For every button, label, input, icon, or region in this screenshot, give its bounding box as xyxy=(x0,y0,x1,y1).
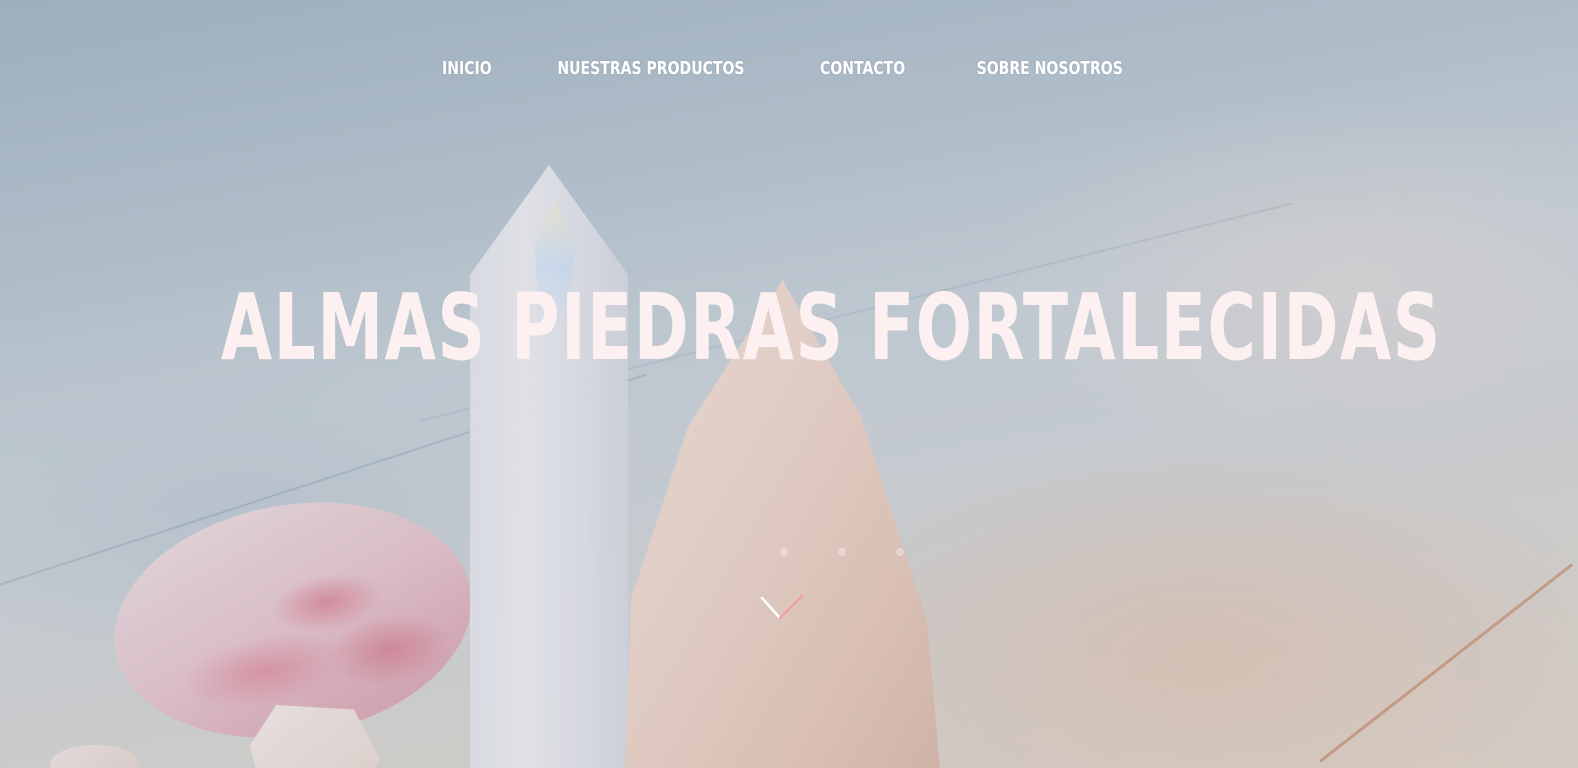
scroll-down-button[interactable] xyxy=(758,592,808,626)
nav-item-nuestras-productos[interactable]: NUESTRAS PRODUCTOS xyxy=(557,56,744,81)
page: INICIO NUESTRAS PRODUCTOS CONTACTO SOBRE… xyxy=(0,0,1578,768)
slide-dot[interactable] xyxy=(780,548,788,556)
nav-item-contacto[interactable]: CONTACTO xyxy=(820,56,905,81)
hero-title: ALMAS PIEDRAS FORTALECIDAS xyxy=(220,274,1442,381)
hero-overlay xyxy=(0,0,1578,768)
nav-item-sobre-nosotros[interactable]: SOBRE NOSOTROS xyxy=(976,56,1122,81)
slide-dot[interactable] xyxy=(896,548,904,556)
nav-item-inicio[interactable]: INICIO xyxy=(442,56,492,81)
chevron-down-icon xyxy=(760,594,804,620)
slide-indicators xyxy=(780,548,904,556)
main-navigation: INICIO NUESTRAS PRODUCTOS CONTACTO SOBRE… xyxy=(0,56,1578,81)
slide-dot[interactable] xyxy=(838,548,846,556)
